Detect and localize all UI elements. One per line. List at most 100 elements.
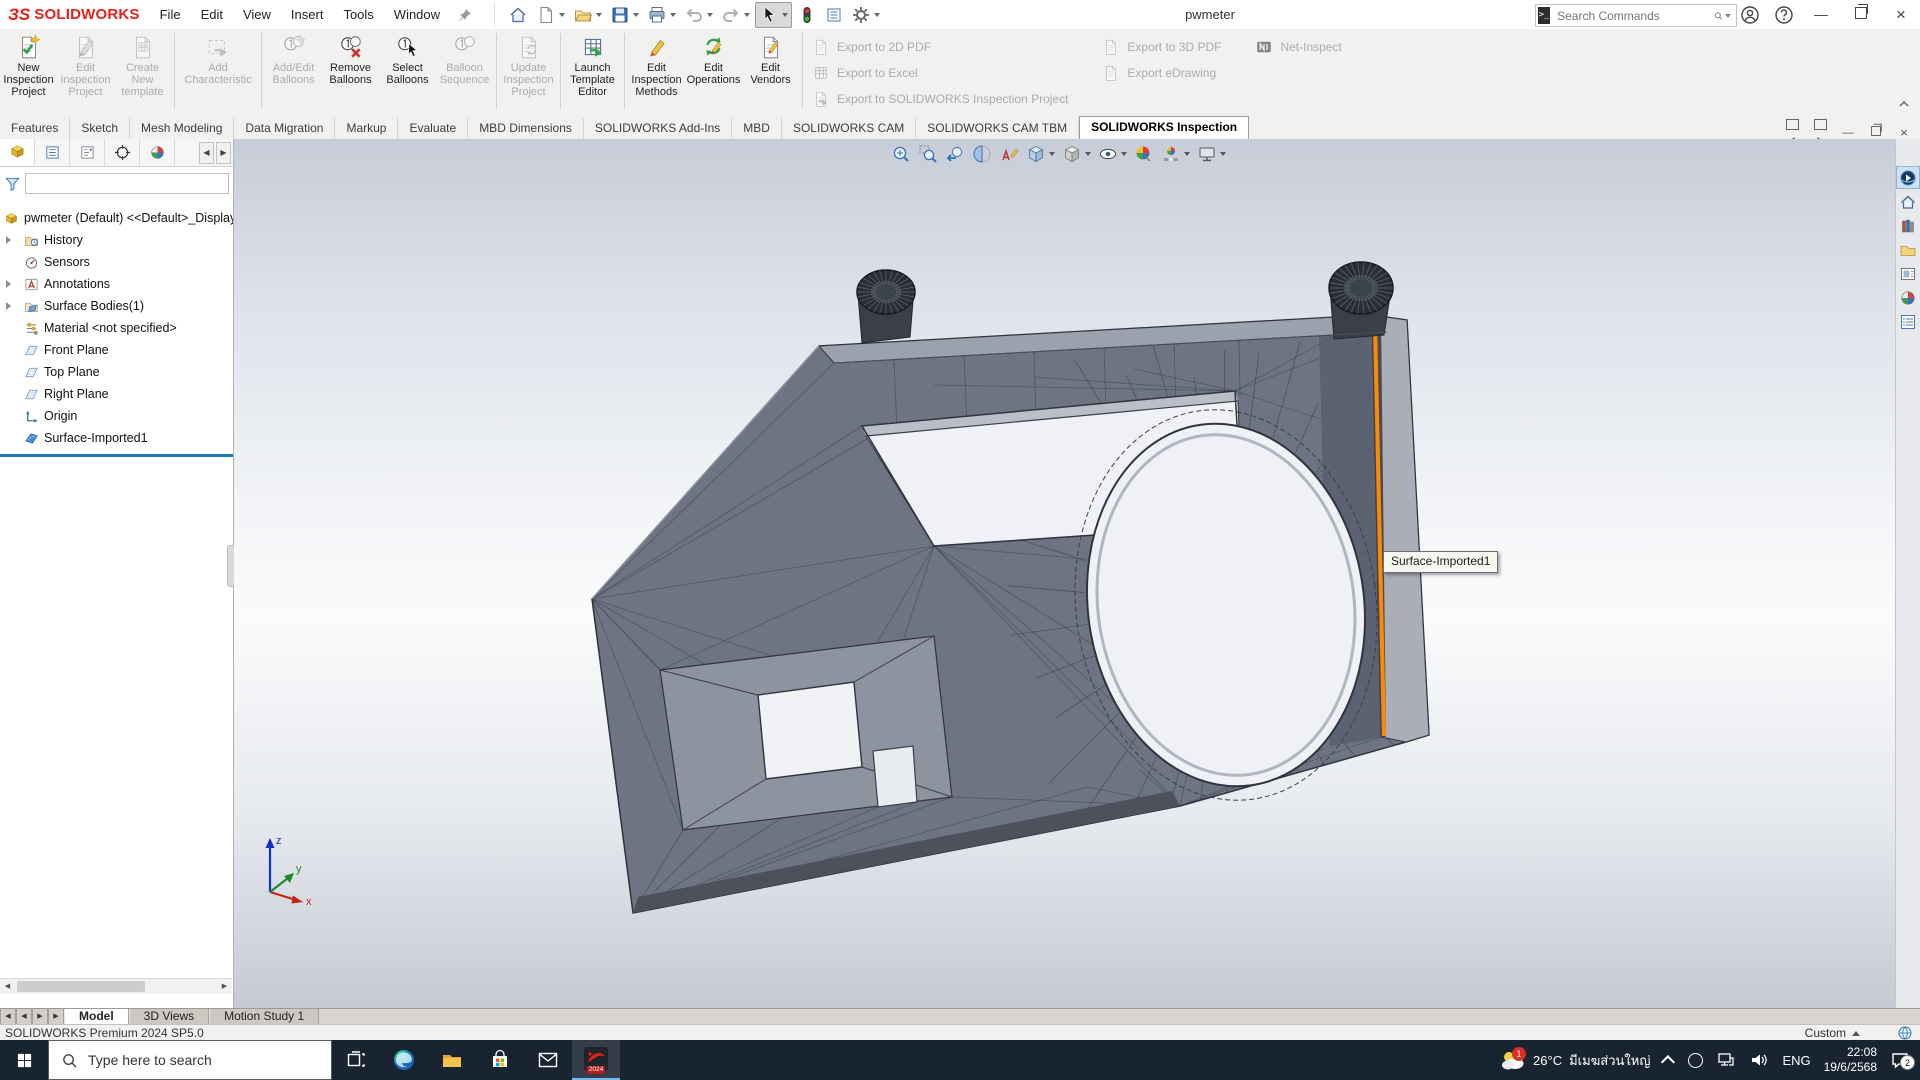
export-edrawing-button[interactable]: Export eDrawing [1102,63,1221,83]
tab-scroll-next-icon[interactable]: ▶ [32,1009,48,1025]
print-button[interactable] [644,3,679,27]
hide-show-items-icon[interactable] [1096,143,1129,165]
file-properties-button[interactable] [822,4,846,26]
propertymanager-tab[interactable] [35,139,70,166]
panel-tab-scroll-left-icon[interactable]: ◀ [199,142,214,164]
tab-mesh-modeling[interactable]: Mesh Modeling [130,118,234,139]
ribbon-collapse-icon[interactable] [1898,100,1910,108]
tab-features[interactable]: Features [0,118,70,139]
file-explorer-pane-icon[interactable] [1896,238,1920,261]
open-button[interactable] [570,3,605,27]
tab-solidworks-cam[interactable]: SOLIDWORKS CAM [782,118,916,139]
action-center-button[interactable]: 2 [1890,1050,1910,1070]
tab-mbd[interactable]: MBD [732,118,782,139]
edit-vendors-button[interactable]: Edit Vendors [742,29,799,118]
add-characteristic-button[interactable]: Add Characteristic [178,29,258,118]
hide-show-annotations-icon[interactable] [997,143,1021,165]
tree-item-material[interactable]: Material <not specified> [0,317,233,339]
menu-window[interactable]: Window [384,0,450,29]
menu-file[interactable]: File [150,0,191,29]
launch-template-editor-button[interactable]: Launch Template Editor [564,29,621,118]
configurationmanager-tab[interactable] [70,139,105,166]
menu-tools[interactable]: Tools [333,0,383,29]
new-document-button[interactable] [533,3,568,27]
tab-scroll-prev-icon[interactable]: ◀ [16,1009,32,1025]
menu-insert[interactable]: Insert [281,0,334,29]
net-inspect-button[interactable]: Net-Inspect [1255,37,1341,57]
doc-restore-icon[interactable] [1868,125,1884,140]
tree-item-front-plane[interactable]: Front Plane [0,339,233,361]
doc-minimize-icon[interactable]: — [1840,127,1856,139]
tree-filter-input[interactable] [25,173,229,194]
units-caret-icon[interactable] [1852,1031,1860,1036]
minimize-button[interactable]: — [1808,0,1834,29]
tab-scroll-last-icon[interactable]: ▶ [48,1009,64,1025]
tree-item-annotations[interactable]: Annotations [0,273,233,295]
model-tab[interactable]: Model [64,1009,129,1025]
graphics-viewport[interactable]: Surface-Imported1 z x y [234,139,1896,1008]
undo-button[interactable] [681,3,716,27]
taskbar-search-box[interactable]: Type here to search [48,1040,332,1080]
tab-sketch[interactable]: Sketch [70,118,130,139]
select-tool-button[interactable] [755,2,792,28]
export-3d-pdf-button[interactable]: Export to 3D PDF [1102,37,1221,57]
home-button[interactable] [505,3,531,27]
start-button[interactable] [0,1040,48,1080]
expand-arrow-icon[interactable] [6,277,18,291]
close-button[interactable]: × [1888,0,1914,29]
search-commands-input[interactable] [1555,8,1714,24]
new-inspection-project-button[interactable]: New Inspection Project [0,29,57,118]
export-sw-inspection-project-button[interactable]: Export to SOLIDWORKS Inspection Project [812,89,1068,109]
tree-item-surface-imported1[interactable]: Surface-Imported1 [0,427,233,449]
search-dropdown-icon[interactable] [1725,14,1731,18]
zoom-to-area-icon[interactable] [916,143,940,165]
update-inspection-project-button[interactable]: Update Inspection Project [500,29,557,118]
doc-close-icon[interactable]: × [1896,125,1912,140]
previous-view-icon[interactable] [943,143,967,165]
filter-funnel-icon[interactable] [4,175,21,192]
microsoft-store-button[interactable] [476,1040,524,1080]
displaymanager-tab[interactable] [140,139,175,166]
user-account-icon[interactable] [1740,5,1760,25]
view-orientation-icon[interactable] [1024,143,1057,165]
redo-button[interactable] [718,3,753,27]
tree-item-right-plane[interactable]: Right Plane [0,383,233,405]
rebuild-button[interactable] [794,3,820,27]
appearances-scenes-icon[interactable] [1896,286,1920,309]
tab-evaluate[interactable]: Evaluate [398,118,468,139]
edit-operations-button[interactable]: Edit Operations [685,29,742,118]
remove-balloons-button[interactable]: Remove Balloons [322,29,379,118]
edit-appearance-icon[interactable] [1132,143,1156,165]
scroll-right-icon[interactable]: ▶ [217,979,232,994]
display-style-icon[interactable] [1060,143,1093,165]
edit-inspection-project-button[interactable]: Edit Inspection Project [57,29,114,118]
volume-icon[interactable] [1749,1050,1769,1070]
scroll-left-icon[interactable]: ◀ [0,979,15,994]
view-palette-icon[interactable] [1896,262,1920,285]
rollback-bar[interactable] [0,454,233,457]
solidworks-taskbar-button[interactable]: 2024 [572,1040,620,1080]
edge-button[interactable] [380,1040,428,1080]
panel-tab-scroll-right-icon[interactable]: ▶ [216,142,231,164]
tree-root-pwmeter[interactable]: pwmeter (Default) <<Default>_Display [0,207,233,229]
section-view-icon[interactable] [970,143,994,165]
file-explorer-button[interactable] [428,1040,476,1080]
export-2d-pdf-button[interactable]: Export to 2D PDF [812,37,1068,57]
tree-item-origin[interactable]: Origin [0,405,233,427]
help-icon[interactable] [1774,5,1794,25]
scroll-thumb[interactable] [17,981,145,992]
expand-arrow-icon[interactable] [6,299,18,313]
tree-horizontal-scrollbar[interactable]: ◀ ▶ [0,978,232,994]
save-button[interactable] [607,3,642,27]
export-excel-button[interactable]: Export to Excel [812,63,1068,83]
zoom-to-fit-icon[interactable] [889,143,913,165]
featuremanager-tree-tab[interactable] [0,139,35,166]
menu-view[interactable]: View [233,0,281,29]
network-icon[interactable] [1716,1050,1736,1070]
tab-data-migration[interactable]: Data Migration [234,118,335,139]
options-button[interactable] [848,3,883,27]
restore-button[interactable] [1848,0,1874,29]
view-settings-icon[interactable] [1195,143,1228,165]
balloon-sequence-button[interactable]: Balloon Sequence [436,29,493,118]
tab-markup[interactable]: Markup [335,118,398,139]
